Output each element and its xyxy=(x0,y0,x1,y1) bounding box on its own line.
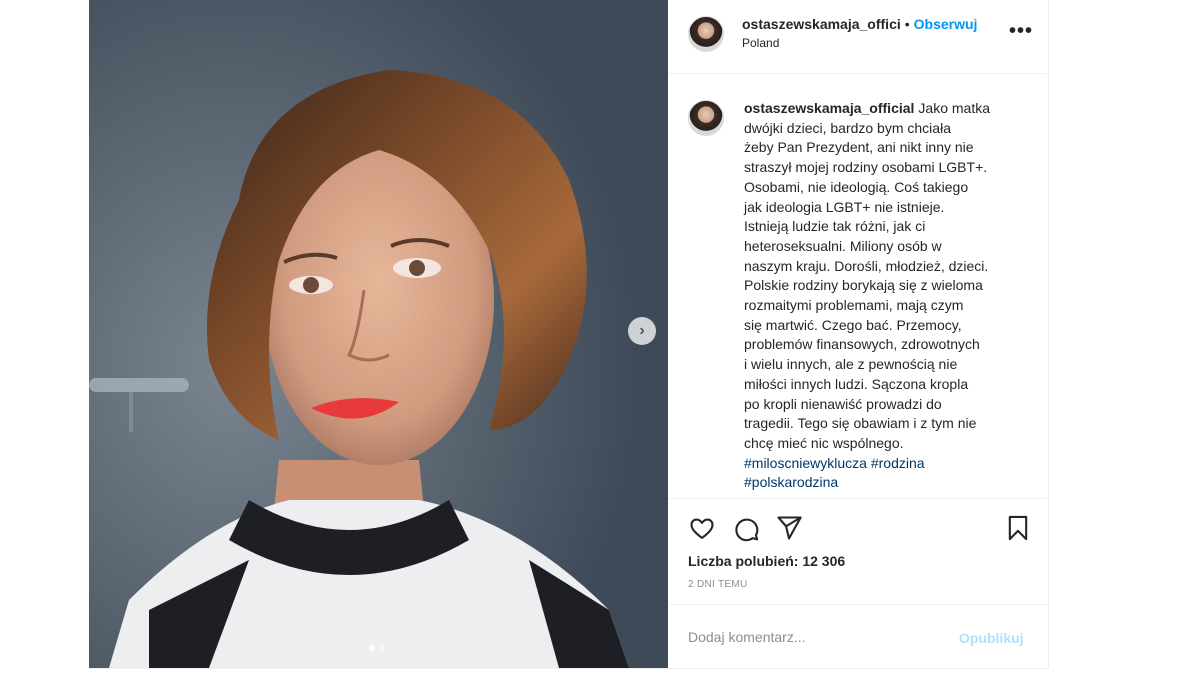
chevron-right-icon: › xyxy=(639,322,645,339)
comment-bar: Opublikuj xyxy=(669,604,1047,669)
instagram-post: › ostaszewskamaja_offici • Obserwuj Poland… xyxy=(89,0,1049,669)
caption-line: po kropli nienawiść prowadzi do xyxy=(744,395,942,412)
caption-line: i wielu innych, ale z pewnością nie xyxy=(744,356,958,373)
post-actions: Liczba polubień: 12 306 2 DNI TEMU xyxy=(669,498,1047,618)
follow-button[interactable]: Obserwuj xyxy=(914,16,978,32)
post-header: ostaszewskamaja_offici • Obserwuj Poland •… xyxy=(669,0,1047,74)
caption-line: problemów finansowych, zdrowotnych xyxy=(744,336,980,353)
next-slide-button[interactable]: › xyxy=(628,317,656,345)
caption-line: heteroseksualni. Miliony osób w xyxy=(744,237,942,254)
caption-line: Polskie rodziny borykają się z wieloma xyxy=(744,277,983,294)
caption-line: naszym kraju. Dorośli, młodzież, dzieci. xyxy=(744,257,989,274)
separator-dot: • xyxy=(904,16,910,32)
caption-text: ostaszewskamaja_official Jako matka dwójk… xyxy=(744,99,1014,493)
caption-line: się martwić. Czego bać. Przemocy, xyxy=(744,316,962,333)
carousel-dot xyxy=(379,645,385,651)
caption-line: żeby Pan Prezydent, ani nikt inny nie xyxy=(744,139,974,156)
caption-line: chcę mieć nic wspólnego. xyxy=(744,434,904,451)
bookmark-icon[interactable] xyxy=(1004,514,1032,542)
caption-username[interactable]: ostaszewskamaja_official xyxy=(744,100,914,116)
caption-section: ostaszewskamaja_official Jako matka dwójk… xyxy=(669,74,1047,499)
avatar[interactable] xyxy=(688,16,724,52)
caption-line: Jako matka xyxy=(918,100,991,116)
caption-line: dwójki dzieci, bardzo bym chciała xyxy=(744,119,951,136)
post-sidebar: ostaszewskamaja_offici • Obserwuj Poland •… xyxy=(669,0,1047,668)
share-icon[interactable] xyxy=(775,514,803,542)
comment-icon[interactable] xyxy=(732,514,760,542)
caption-line: tragedii. Tego się obawiam i z tym nie xyxy=(744,415,977,432)
caption-line: straszył mojej rodziny osobami LGBT+. xyxy=(744,159,988,176)
carousel-dot-active xyxy=(369,645,375,651)
caption-line: Istnieją ludzie tak różni, jak ci xyxy=(744,218,926,235)
caption-line: Osobami, nie ideologią. Coś takiego xyxy=(744,178,969,195)
publish-button[interactable]: Opublikuj xyxy=(959,630,1024,646)
hashtag-link[interactable]: #polskarodzina xyxy=(744,474,838,490)
hashtag-link[interactable]: #miloscniewyklucza xyxy=(744,455,867,471)
post-photo[interactable]: › xyxy=(89,0,668,668)
caption-avatar[interactable] xyxy=(688,100,724,136)
hashtag-link[interactable]: #rodzina xyxy=(871,455,925,471)
likes-count[interactable]: Liczba polubień: 12 306 xyxy=(688,553,845,569)
carousel-indicator xyxy=(369,645,385,651)
header-username[interactable]: ostaszewskamaja_offici xyxy=(742,16,901,32)
comment-input[interactable] xyxy=(688,629,938,645)
caption-line: jak ideologia LGBT+ nie istnieje. xyxy=(744,198,945,215)
location-link[interactable]: Poland xyxy=(742,36,779,50)
post-timestamp[interactable]: 2 DNI TEMU xyxy=(688,579,748,590)
caption-line: miłości innych ludzi. Sączona kropla xyxy=(744,375,969,392)
more-options-icon[interactable]: ••• xyxy=(1009,20,1033,43)
portrait-image xyxy=(89,0,668,668)
caption-line: rozmaitymi problemami, mają czym xyxy=(744,297,964,314)
heart-icon[interactable] xyxy=(688,514,716,542)
header-username-row: ostaszewskamaja_offici • Obserwuj xyxy=(742,16,977,32)
